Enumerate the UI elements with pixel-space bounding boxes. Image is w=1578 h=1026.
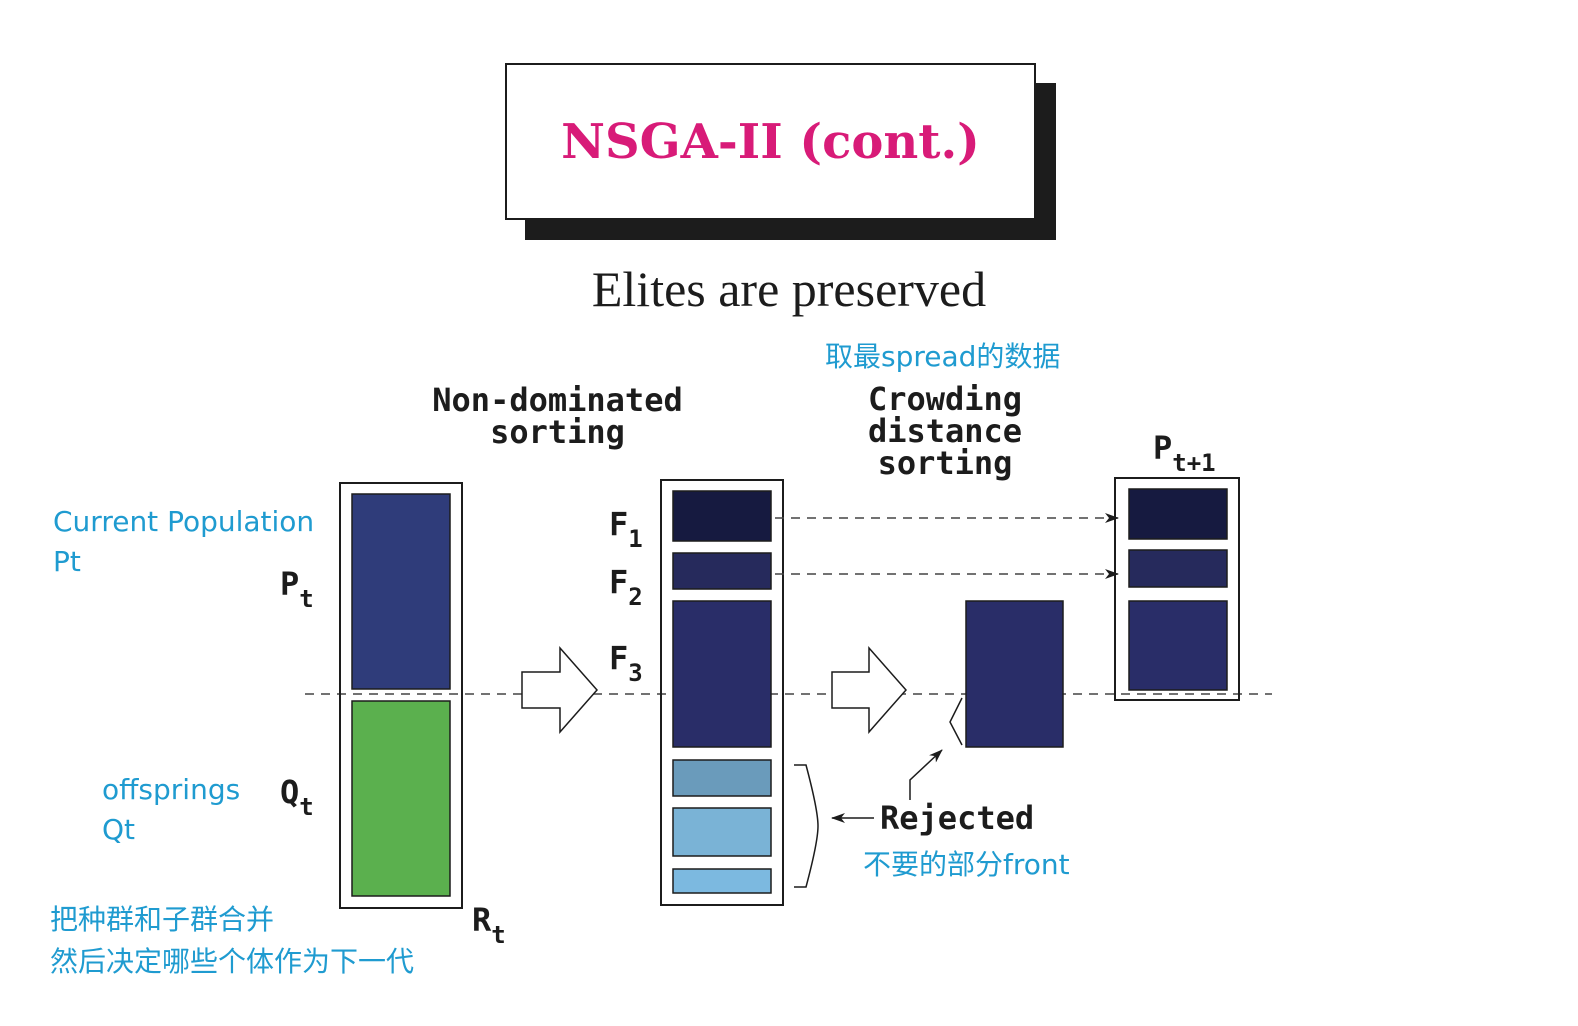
front-label-f3: F3 (609, 639, 643, 687)
rejected-part-bracket (949, 697, 963, 746)
crowding-label-line-3: sorting (877, 444, 1013, 482)
nondominated-label: Non-dominated sorting (400, 384, 715, 448)
nondominated-label-line-2: sorting (490, 413, 625, 451)
rejected-front-2 (672, 807, 772, 857)
front-f2-block (672, 552, 772, 590)
rejected-front-1 (672, 759, 772, 797)
rejected-label: Rejected (880, 799, 1035, 837)
rt-label: Rt (472, 901, 506, 949)
current-population-note: Current Population Pt (53, 502, 314, 582)
offsprings-note-line-1: offsprings (102, 773, 241, 806)
sort-arrow-1 (521, 646, 598, 734)
nondominated-label-line-1: Non-dominated (432, 381, 683, 419)
crowding-sorted-f3 (965, 600, 1064, 748)
offsprings-note-line-2: Qt (102, 813, 136, 846)
spread-note: 取最spread的数据 (825, 340, 1061, 373)
front-f1-block (672, 490, 772, 542)
merge-note-line-1: 把种群和子群合并 (50, 903, 275, 936)
pt1-f3-block (1128, 600, 1228, 691)
qt-label: Qt (280, 773, 314, 821)
sort-arrow-2 (831, 646, 907, 734)
crowding-label: Crowding distance sorting (845, 383, 1045, 479)
front-label-f1: F1 (609, 505, 643, 553)
rejected-brace (794, 764, 819, 888)
crowding-label-line-2: distance (867, 412, 1023, 450)
rejected-part-arrow (909, 749, 943, 800)
offsprings-note: offsprings Qt (102, 770, 240, 850)
rejected-note: 不要的部分front (863, 848, 1070, 881)
front-f3-block (672, 600, 772, 748)
pt1-label: Pt+1 (1153, 429, 1216, 477)
current-population-note-line-2: Pt (53, 545, 81, 578)
crowding-label-line-1: Crowding (867, 380, 1023, 418)
merge-note-line-2: 然后决定哪些个体作为下一代 (50, 945, 415, 978)
pt1-f1-block (1128, 488, 1228, 540)
pt1-f2-block (1128, 549, 1228, 588)
pt-block (351, 493, 451, 690)
qt-block (351, 700, 451, 897)
rejected-front-3 (672, 868, 772, 894)
merge-note: 把种群和子群合并 然后决定哪些个体作为下一代 (50, 899, 414, 983)
current-population-note-line-1: Current Population (53, 505, 315, 538)
front-label-f2: F2 (609, 563, 643, 611)
